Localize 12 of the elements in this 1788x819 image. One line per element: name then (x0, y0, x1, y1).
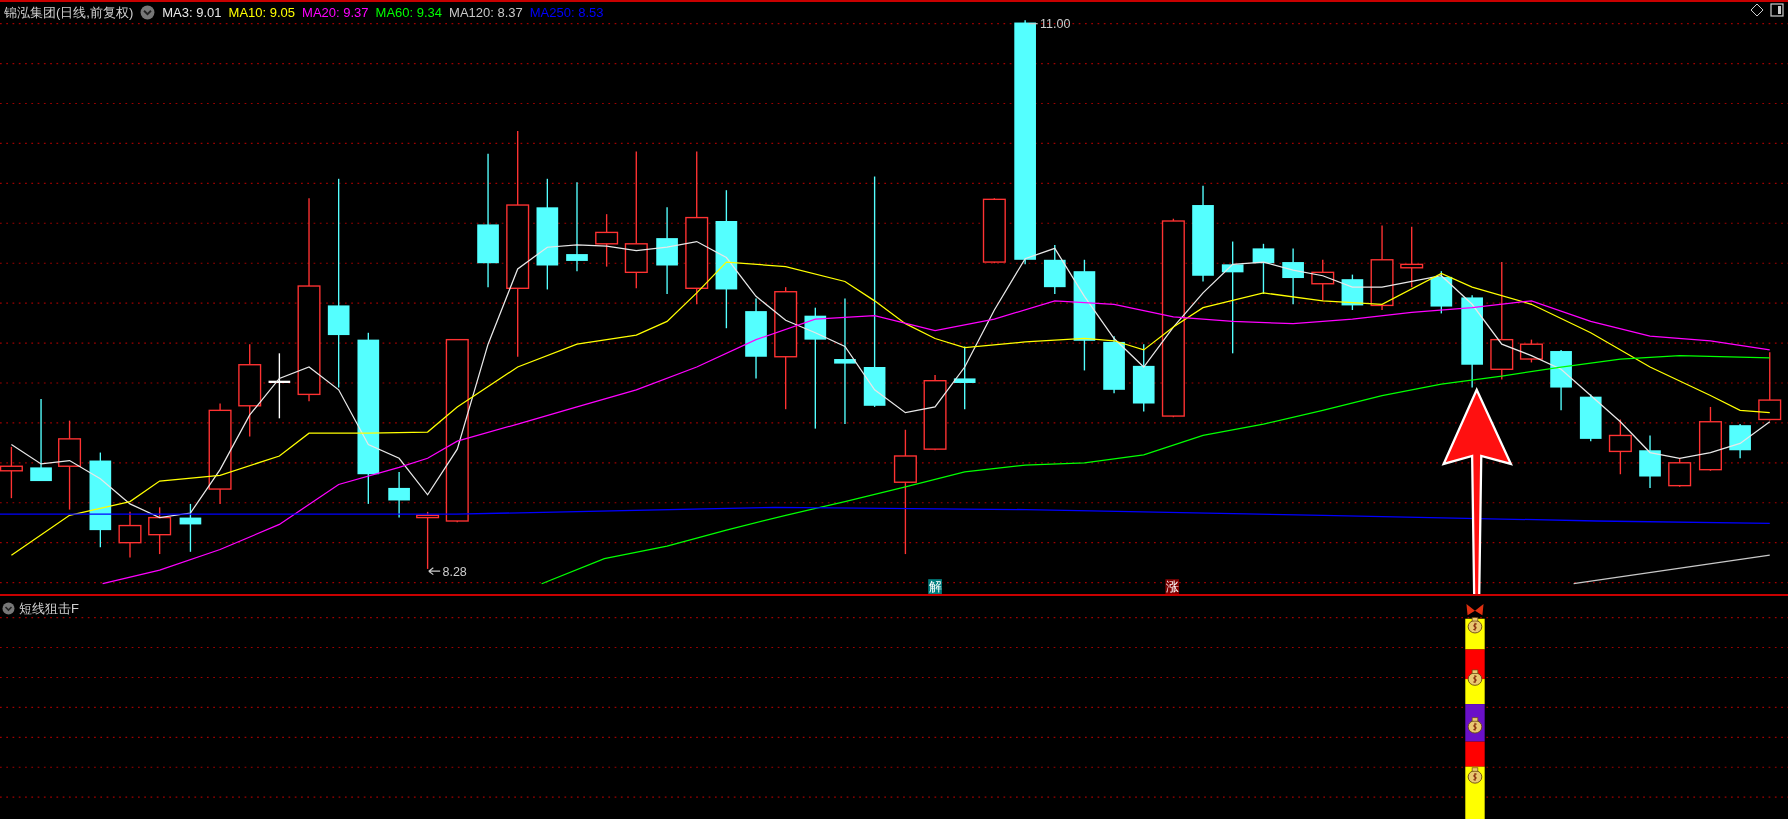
ma-value: MA60: 9.34 (375, 4, 443, 22)
indicator-title: 短线狙击F (19, 600, 79, 618)
ma-value: MA3: 9.01 (162, 4, 222, 22)
ma-value: MA250: 8.53 (529, 4, 604, 22)
high-price-label: 11.00 (1028, 17, 1071, 32)
ma-value: MA20: 9.37 (302, 4, 369, 22)
low-price-label: 8.28 (428, 564, 467, 579)
ma-value: MA120: 8.37 (449, 4, 523, 22)
stock-title: 锦泓集团(日线,前复权) (4, 4, 134, 22)
signal-marker: 涨 (1165, 579, 1180, 594)
signal-marker: 解 (928, 579, 942, 594)
ma-value: MA10: 9.05 (228, 4, 296, 22)
